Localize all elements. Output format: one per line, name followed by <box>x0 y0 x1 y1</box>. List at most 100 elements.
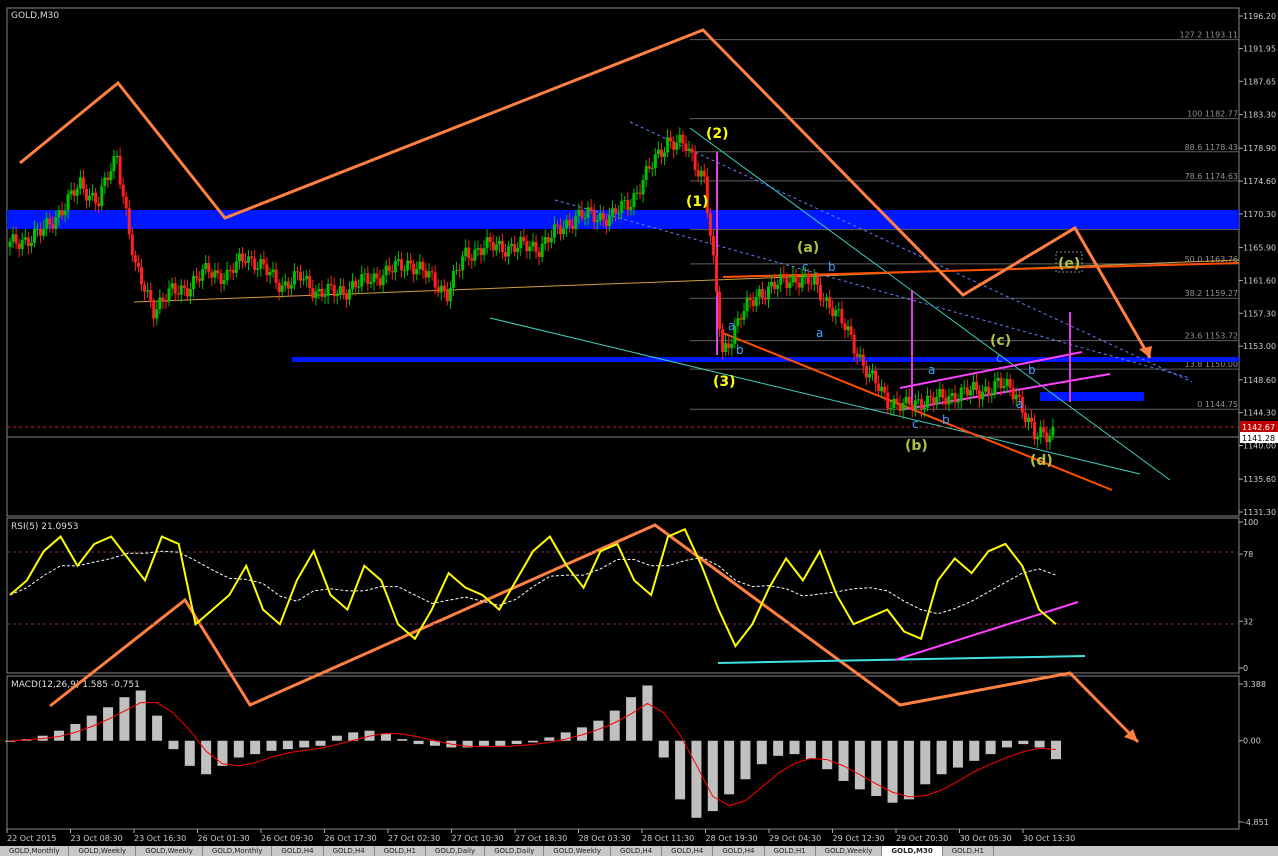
candle-body <box>513 243 517 253</box>
chart-tab[interactable]: GOLD,H4 <box>662 846 714 856</box>
chart-tab[interactable]: GOLD,H4 <box>713 846 765 856</box>
candle-body <box>173 283 177 294</box>
candle-body <box>378 278 382 286</box>
chart-tab[interactable]: GOLD,Weekly <box>816 846 883 856</box>
chart-tab[interactable]: GOLD,Daily <box>426 846 486 856</box>
candle-body <box>399 259 403 271</box>
candle-body <box>421 261 425 271</box>
candle-body <box>311 288 315 298</box>
candle-body <box>987 386 991 396</box>
macd-bar <box>756 740 767 765</box>
chart-tab[interactable]: GOLD,H1 <box>943 846 994 856</box>
chart-tab[interactable]: GOLD,H1 <box>375 846 426 856</box>
macd-bar <box>495 740 506 746</box>
candle-body <box>412 263 416 275</box>
candle-body <box>913 400 917 410</box>
candle-body <box>213 270 217 278</box>
subwave-b3: b <box>942 413 950 427</box>
candle-body <box>45 218 49 229</box>
candle-body <box>381 275 385 286</box>
axis-label: 0 <box>1243 664 1248 673</box>
axis-label: -4.851 <box>1243 818 1269 827</box>
x-axis-labels: 22 Oct 2015 23 Oct 08:30 23 Oct 16:30 26 Oc… <box>6 829 1075 843</box>
candle-body <box>396 259 400 261</box>
macd-bar <box>184 740 195 766</box>
candle-body <box>63 210 67 216</box>
candle-body <box>479 248 483 256</box>
candle-body <box>256 268 260 270</box>
candle-body <box>458 270 462 272</box>
candle-body <box>901 402 905 411</box>
macd-bar <box>1001 740 1012 748</box>
candle-body <box>1033 422 1037 440</box>
axis-label: 1135.60 <box>1243 475 1276 484</box>
chart-tab[interactable]: GOLD,H4 <box>611 846 663 856</box>
axis-label: 1196.20 <box>1243 12 1276 21</box>
chart-tab[interactable]: GOLD,H4 <box>272 846 324 856</box>
candle-body <box>543 237 547 244</box>
candle-body <box>895 398 899 404</box>
candle-body <box>283 281 287 286</box>
axis-label: 1183.30 <box>1243 111 1276 120</box>
chart-tab[interactable]: GOLD,H1 <box>765 846 816 856</box>
macd-bar <box>691 740 702 818</box>
candle-body <box>996 377 1000 381</box>
candle-body <box>647 166 651 169</box>
x-axis-label: 26 Oct 09:30 <box>261 834 313 843</box>
fib-label: 78.6 1174.63 <box>1185 172 1238 181</box>
candle-body <box>659 149 663 158</box>
chart-tab[interactable]: GOLD,Weekly <box>69 846 137 856</box>
candle-body <box>277 282 281 293</box>
chart-tab[interactable]: GOLD,Weekly <box>136 846 203 856</box>
chart-tab[interactable]: GOLD,M30 <box>882 846 943 856</box>
axis-label: 1131.30 <box>1243 508 1276 517</box>
price-panel <box>6 7 1240 517</box>
candle-body <box>1039 427 1043 438</box>
candle-body <box>363 273 367 275</box>
candle-body <box>779 273 783 285</box>
axis-label: 1187.65 <box>1243 77 1276 86</box>
candle-body <box>540 243 544 258</box>
chart-tab[interactable]: GOLD,Weekly <box>544 846 611 856</box>
candle-body <box>656 149 660 155</box>
wave-label-3: (3) <box>713 374 736 390</box>
candle-body <box>864 365 868 378</box>
macd-bar <box>805 740 816 760</box>
chart-tab[interactable]: GOLD,H4 <box>324 846 375 856</box>
candle-body <box>965 387 969 396</box>
x-axis-label: 30 Oct 05:30 <box>960 834 1012 843</box>
macd-bar <box>969 740 980 761</box>
candle-body <box>314 291 318 298</box>
candle-body <box>464 247 468 257</box>
x-axis-label: 28 Oct 11:30 <box>642 834 694 843</box>
candle-body <box>730 343 734 349</box>
chart-tab[interactable]: GOLD,Monthly <box>203 846 273 856</box>
candle-body <box>510 243 514 247</box>
trading-chart[interactable]: GOLD,M30 RSI(5) 21.0953 MACD(12,26,9) 1.… <box>0 0 1278 846</box>
candle-body <box>953 393 957 403</box>
macd-bar <box>168 740 179 750</box>
candle-body <box>158 297 162 310</box>
candle-body <box>974 381 978 391</box>
candle-body <box>840 309 844 324</box>
macd-bar <box>920 740 931 785</box>
candle-body <box>956 401 960 403</box>
candle-body <box>528 246 532 252</box>
candle-body <box>990 394 994 396</box>
candle-body <box>503 252 507 257</box>
candle-body <box>828 297 832 308</box>
candle-body <box>201 269 205 281</box>
axis-label: 100 <box>1243 518 1258 527</box>
candle-body <box>1030 417 1034 423</box>
candle-body <box>240 253 244 262</box>
candle-body <box>571 225 575 229</box>
chart-tab[interactable]: GOLD,Monthly <box>0 846 70 856</box>
candle-body <box>598 212 602 221</box>
candle-body <box>577 209 581 216</box>
macd-bar <box>511 740 522 745</box>
candle-body <box>843 323 847 331</box>
candle-body <box>568 219 572 226</box>
chart-tab[interactable]: GOLD,Daily <box>485 846 545 856</box>
wave-label-2: (2) <box>706 126 729 142</box>
candle-body <box>118 155 122 185</box>
